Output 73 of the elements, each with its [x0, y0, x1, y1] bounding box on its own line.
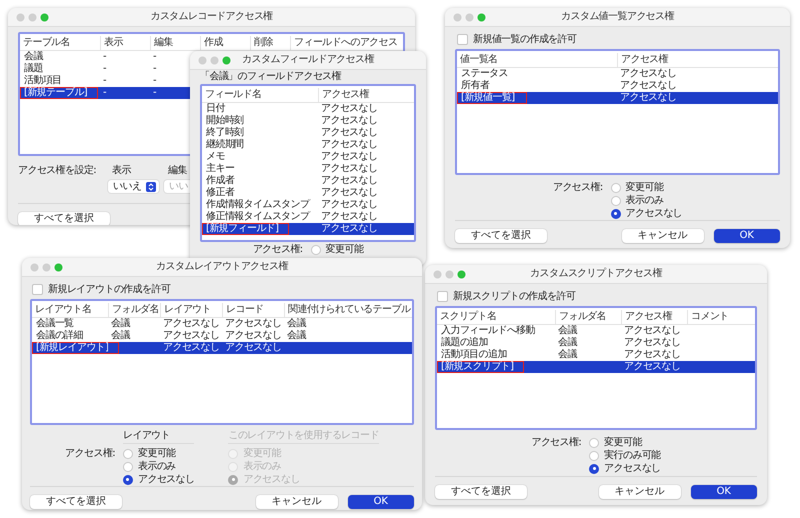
field-label: 表示	[111, 164, 131, 177]
table-cell: アクセスなし	[225, 342, 282, 353]
field-label: 編集	[167, 164, 187, 177]
table-cell: アクセスなし	[163, 330, 220, 341]
table-cell: アクセスなし	[321, 103, 378, 114]
table-cell: アクセスなし	[321, 139, 378, 150]
table-cell: アクセスなし	[321, 151, 378, 162]
window-title: カスタムスクリプトアクセス権	[530, 268, 662, 280]
table-cell: -	[153, 75, 156, 86]
table-cell: アクセスなし	[620, 80, 676, 91]
table-cell: アクセスなし	[620, 68, 676, 79]
table-cell: -	[103, 75, 106, 86]
access-label: アクセス権:	[252, 243, 303, 256]
radio-label: 表示のみ	[243, 460, 281, 473]
table-cell: 入力フィールドへ移動	[441, 325, 536, 336]
table-cell: -	[153, 51, 156, 62]
window-title: カスタムレイアウトアクセス権	[156, 261, 288, 273]
table-cell: アクセスなし	[225, 318, 282, 329]
table-cell: 所有者	[461, 80, 490, 91]
table-cell: 活動項目の追加	[441, 349, 507, 360]
table-cell: 日付	[206, 103, 225, 114]
table-cell: アクセスなし	[321, 223, 378, 234]
table-cell: アクセスなし	[321, 163, 378, 174]
access-label: アクセス権:	[552, 181, 603, 195]
table-cell: アクセスなし	[321, 187, 378, 198]
radio-label: アクセスなし	[626, 207, 682, 220]
checkbox-label: 新規値一覧の作成を許可	[473, 33, 576, 46]
table-cell: アクセスなし	[624, 349, 680, 360]
table-cell: -	[103, 63, 106, 74]
table-cell: アクセスなし	[321, 211, 378, 222]
section-title: 「会議」のフィールドアクセス権	[200, 71, 342, 82]
radio-label: 変更可能	[604, 436, 642, 449]
table-cell: 作成者	[206, 175, 234, 186]
table-cell: アクセスなし	[321, 115, 378, 126]
access-label: アクセス権を設定:	[18, 164, 97, 177]
table-cell: -	[103, 87, 106, 98]
window-title: カスタムフィールドアクセス権	[242, 54, 374, 66]
table-cell: 継続期間	[206, 139, 244, 150]
table-cell: アクセスなし	[321, 127, 378, 138]
radio-label: 表示のみ	[138, 460, 176, 473]
radio-label: 実行のみ可能	[604, 449, 661, 462]
radio-label: 変更可能	[138, 447, 176, 460]
table-cell: アクセスなし	[624, 361, 680, 372]
radio-label: アクセスなし	[138, 473, 194, 486]
radio-label: アクセスなし	[243, 473, 300, 486]
table-cell: 修正者	[206, 187, 234, 198]
checkbox-label: 新規スクリプトの作成を許可	[453, 290, 576, 303]
table-cell: アクセスなし	[321, 175, 378, 186]
table-cell: アクセスなし	[624, 337, 680, 348]
table-cell: -	[103, 51, 106, 62]
table-cell: アクセスなし	[321, 199, 378, 210]
radio-label: アクセスなし	[604, 462, 661, 475]
access-label: アクセス権:	[65, 447, 115, 461]
radio-label: 変更可能	[326, 243, 364, 256]
access-label: アクセス権:	[531, 436, 582, 450]
checkbox-label: 新規レイアウトの作成を許可	[48, 283, 170, 296]
window-title: カスタムレコードアクセス権	[150, 11, 273, 23]
window-title: カスタム値一覧アクセス権	[561, 11, 674, 23]
table-cell: ステータス	[461, 68, 508, 79]
table-cell: アクセスなし	[225, 330, 282, 341]
group-heading: このレイアウトを使用するレコード	[228, 430, 379, 441]
table-cell: メモ	[206, 151, 225, 162]
table-cell: 活動項目	[24, 75, 62, 86]
radio-label: 変更可能	[243, 447, 281, 460]
radio-label: 表示のみ	[626, 194, 664, 207]
table-cell: アクセスなし	[163, 342, 220, 353]
table-cell: アクセスなし	[624, 325, 680, 336]
group-heading: レイアウト	[122, 430, 170, 441]
table-cell: -	[153, 63, 156, 74]
table-cell: -	[153, 87, 156, 98]
radio-label: 変更可能	[626, 181, 664, 194]
table-cell: アクセスなし	[620, 92, 676, 103]
table-cell: アクセスなし	[163, 318, 220, 329]
